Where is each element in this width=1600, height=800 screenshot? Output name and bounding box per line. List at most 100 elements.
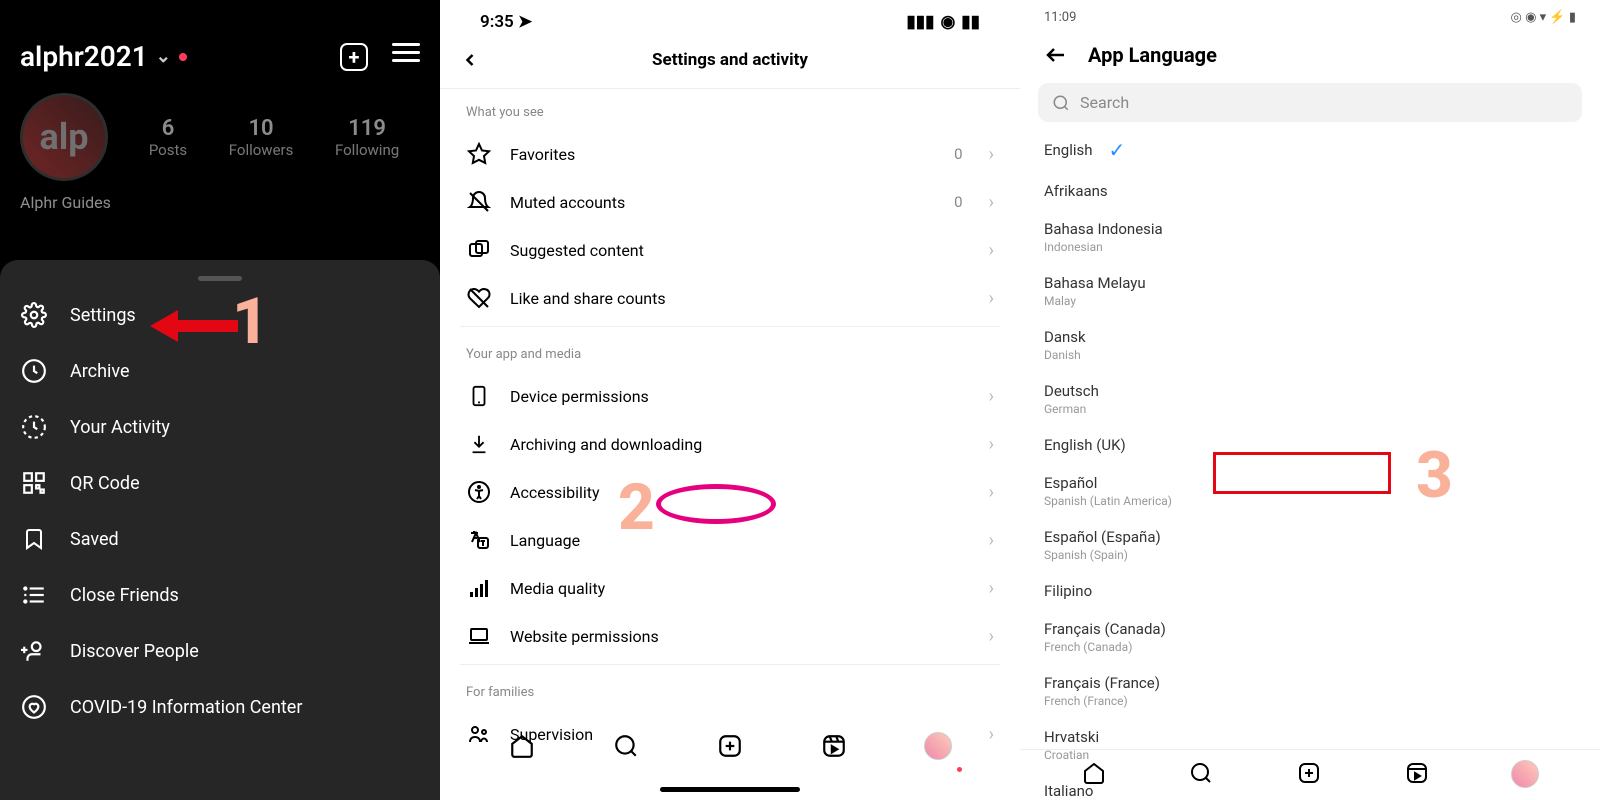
sheet-handle[interactable] (198, 276, 242, 281)
language-item[interactable]: Bahasa Melayu Malay (1020, 264, 1600, 318)
chevron-right-icon: › (989, 578, 994, 599)
archive-label: Archive (70, 361, 130, 382)
language-primary: English (UK) (1044, 436, 1576, 454)
menu-icon[interactable] (392, 43, 420, 71)
webperm-label: Website permissions (510, 627, 971, 646)
content-icon (466, 237, 492, 263)
search-input[interactable]: Search (1038, 83, 1582, 122)
wifi-icon: ◉ (940, 12, 955, 32)
menu-item-covid[interactable]: COVID-19 Information Center (0, 679, 440, 735)
section-families: For families (440, 669, 1020, 710)
section-what-you-see: What you see (440, 89, 1020, 130)
archdl-label: Archiving and downloading (510, 435, 971, 454)
profile-tab-icon[interactable] (1511, 760, 1539, 788)
row-likeshare[interactable]: Like and share counts › (440, 274, 1020, 322)
likeshare-label: Like and share counts (510, 289, 971, 308)
row-accessibility[interactable]: Accessibility › (440, 468, 1020, 516)
saved-label: Saved (70, 529, 119, 550)
menu-item-close-friends[interactable]: Close Friends (0, 567, 440, 623)
posts-stat[interactable]: 6 Posts (149, 116, 187, 159)
menu-item-saved[interactable]: Saved (0, 511, 440, 567)
profile-tab-icon[interactable] (924, 732, 952, 760)
row-language[interactable]: Language › (440, 516, 1020, 564)
bars-icon (466, 575, 492, 601)
muted-label: Muted accounts (510, 193, 936, 212)
status-bar: 9:35 ➤ ▮▮▮ ◉ ▮▮ (440, 0, 1020, 32)
page-title: App Language (1088, 43, 1217, 67)
language-item[interactable]: Français (France)French (France) (1020, 664, 1600, 718)
activity-label: Your Activity (70, 417, 170, 438)
row-muted[interactable]: Muted accounts 0 › (440, 178, 1020, 226)
qr-label: QR Code (70, 473, 140, 494)
language-primary: Afrikaans (1044, 182, 1576, 200)
language-secondary: Spanish (Latin America) (1044, 494, 1576, 508)
search-icon[interactable] (1188, 760, 1214, 786)
followers-count: 10 (229, 116, 294, 141)
chevron-right-icon: › (989, 144, 994, 165)
home-icon[interactable] (1081, 760, 1107, 786)
row-device-permissions[interactable]: Device permissions › (440, 372, 1020, 420)
tab-bar (440, 722, 1020, 770)
download-icon (466, 431, 492, 457)
row-favorites[interactable]: Favorites 0 › (440, 130, 1020, 178)
reels-icon[interactable] (820, 732, 848, 760)
username-text: alphr2021 (20, 40, 148, 73)
clock: 11:09 (1044, 10, 1076, 25)
back-button[interactable] (1044, 43, 1068, 67)
laptop-icon (466, 623, 492, 649)
language-primary: Bahasa Melayu (1044, 274, 1576, 292)
language-selected[interactable]: English ✓ (1020, 128, 1600, 172)
search-icon[interactable] (612, 732, 640, 760)
media-quality-label: Media quality (510, 579, 971, 598)
page-title: Settings and activity (460, 50, 1000, 70)
language-primary: Deutsch (1044, 382, 1576, 400)
menu-item-qr[interactable]: QR Code (0, 455, 440, 511)
row-archiving[interactable]: Archiving and downloading › (440, 420, 1020, 468)
language-item[interactable]: Français (Canada)French (Canada) (1020, 610, 1600, 664)
reels-icon[interactable] (1404, 760, 1430, 786)
annotation-arrow (150, 310, 238, 342)
language-item[interactable]: DanskDanish (1020, 318, 1600, 372)
home-icon[interactable] (508, 732, 536, 760)
status-icons: ◎ ◉ ▾ ⚡ ▮ (1511, 10, 1576, 25)
language-item[interactable]: Afrikaans (1020, 172, 1600, 210)
language-primary: Dansk (1044, 328, 1576, 346)
chevron-right-icon: › (989, 240, 994, 261)
row-website-permissions[interactable]: Website permissions › (440, 612, 1020, 660)
create-icon[interactable] (1296, 760, 1322, 786)
followers-stat[interactable]: 10 Followers (229, 116, 294, 159)
create-post-icon[interactable] (340, 43, 368, 71)
bell-off-icon (466, 189, 492, 215)
language-secondary: Malay (1044, 294, 1576, 308)
language-item[interactable]: Filipino (1020, 572, 1600, 610)
language-item[interactable]: English (UK) (1020, 426, 1600, 464)
annotation-step-2: 2 (618, 470, 655, 545)
row-media-quality[interactable]: Media quality › (440, 564, 1020, 612)
search-placeholder: Search (1080, 93, 1129, 112)
menu-item-archive[interactable]: Archive (0, 343, 440, 399)
language-item[interactable]: EspañolSpanish (Latin America) (1020, 464, 1600, 518)
menu-item-activity[interactable]: Your Activity (0, 399, 440, 455)
section-app-media: Your app and media (440, 331, 1020, 372)
list-icon (20, 581, 48, 609)
row-suggested[interactable]: Suggested content › (440, 226, 1020, 274)
chevron-right-icon: › (989, 626, 994, 647)
selected-language-label: English (1044, 141, 1093, 159)
archive-icon (20, 357, 48, 385)
muted-count: 0 (954, 193, 962, 211)
devperm-label: Device permissions (510, 387, 971, 406)
language-secondary: Indonesian (1044, 240, 1576, 254)
following-stat[interactable]: 119 Following (335, 116, 399, 159)
menu-item-discover[interactable]: Discover People (0, 623, 440, 679)
chevron-right-icon: › (989, 386, 994, 407)
language-item[interactable]: DeutschGerman (1020, 372, 1600, 426)
check-icon: ✓ (1109, 138, 1126, 162)
profile-username[interactable]: alphr2021 ⌄ (20, 40, 187, 73)
chevron-right-icon: › (989, 288, 994, 309)
tab-bar (1020, 749, 1600, 800)
create-icon[interactable] (716, 732, 744, 760)
avatar[interactable] (20, 93, 108, 181)
language-item[interactable]: Bahasa IndonesiaIndonesian (1020, 210, 1600, 264)
language-item[interactable]: Español (España)Spanish (Spain) (1020, 518, 1600, 572)
discover-label: Discover People (70, 641, 199, 662)
